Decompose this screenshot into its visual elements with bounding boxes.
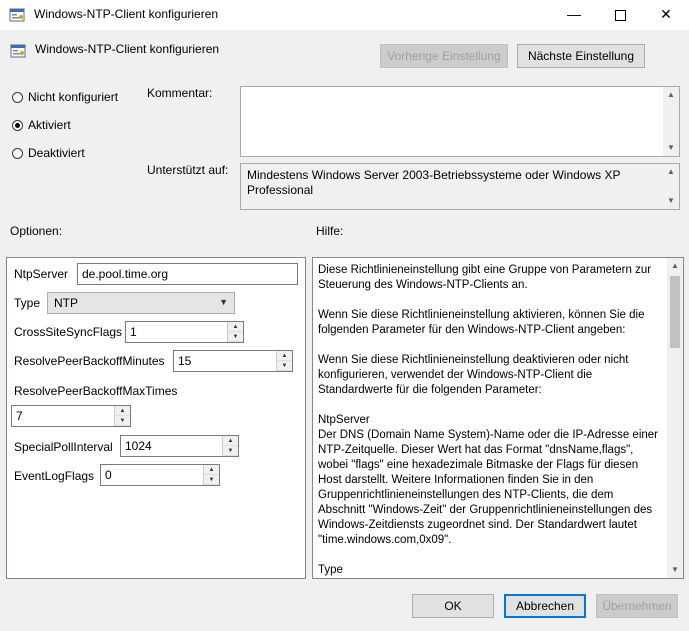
previous-setting-button[interactable]: Vorherige Einstellung: [380, 44, 508, 68]
chevron-down-icon: ▼: [219, 297, 228, 307]
minimize-button[interactable]: —: [551, 0, 597, 30]
scroll-up-icon[interactable]: ▲: [663, 164, 679, 180]
ntpserver-input[interactable]: de.pool.time.org: [77, 263, 298, 285]
help-panel[interactable]: Diese Richtlinieneinstellung gibt eine G…: [312, 257, 684, 579]
crosssite-spinner[interactable]: 1 ▲ ▼: [125, 321, 244, 343]
spin-down-icon[interactable]: ▼: [277, 361, 292, 371]
maximize-icon: [614, 9, 626, 21]
scroll-thumb[interactable]: [670, 276, 680, 348]
specialpoll-label: SpecialPollInterval: [14, 440, 113, 454]
spin-up-icon[interactable]: ▲: [204, 465, 219, 475]
policy-app-icon: [9, 8, 25, 22]
supported-scrollbar[interactable]: ▲ ▼: [663, 164, 679, 209]
crosssite-label: CrossSiteSyncFlags: [14, 325, 123, 339]
comment-textarea[interactable]: [240, 86, 680, 157]
help-heading-type: Type: [318, 564, 343, 576]
title-bar[interactable]: Windows-NTP-Client konfigurieren — ✕: [0, 0, 689, 30]
ok-button[interactable]: OK: [412, 594, 494, 618]
close-icon: ✕: [660, 6, 672, 22]
options-label: Optionen:: [10, 224, 63, 238]
resolvemax-spinner[interactable]: 7 ▲ ▼: [11, 405, 131, 427]
help-paragraph: Der DNS (Domain Name System)-Name oder d…: [318, 429, 658, 546]
policy-setting-icon: [10, 44, 26, 58]
radio-not-configured[interactable]: Nicht konfiguriert: [12, 88, 118, 106]
maximize-button[interactable]: [597, 0, 643, 30]
type-select-value: NTP: [54, 296, 78, 310]
scroll-up-icon[interactable]: ▲: [663, 87, 679, 103]
radio-not-configured-circle[interactable]: [12, 91, 23, 103]
help-paragraph: Wenn Sie diese Richtlinieneinstellung de…: [318, 354, 629, 396]
supported-on-box: Mindestens Windows Server 2003-Betriebss…: [240, 163, 680, 210]
radio-disabled[interactable]: Deaktiviert: [12, 144, 85, 162]
spin-down-icon[interactable]: ▼: [204, 475, 219, 485]
scroll-down-icon[interactable]: ▼: [667, 562, 683, 578]
help-paragraph: Diese Richtlinieneinstellung gibt eine G…: [318, 264, 652, 291]
window-title: Windows-NTP-Client konfigurieren: [34, 7, 219, 21]
help-text: Diese Richtlinieneinstellung gibt eine G…: [318, 263, 661, 578]
specialpoll-value: 1024: [125, 439, 152, 453]
supported-label: Unterstützt auf:: [147, 163, 229, 177]
resolvemax-value: 7: [16, 409, 23, 423]
help-paragraph: Wenn Sie diese Richtlinieneinstellung ak…: [318, 309, 645, 336]
radio-enabled-label: Aktiviert: [28, 118, 71, 132]
crosssite-value: 1: [130, 325, 137, 339]
radio-not-configured-label: Nicht konfiguriert: [28, 90, 119, 104]
resolvepeer-label: ResolvePeerBackoffMinutes: [14, 354, 165, 368]
type-label: Type: [14, 296, 41, 310]
radio-disabled-label: Deaktiviert: [28, 146, 85, 160]
type-select[interactable]: NTP ▼: [47, 292, 235, 314]
resolvepeer-value: 15: [178, 354, 192, 368]
comment-scrollbar[interactable]: ▲ ▼: [663, 87, 679, 156]
help-scrollbar[interactable]: ▲ ▼: [667, 258, 683, 578]
scroll-up-icon[interactable]: ▲: [667, 258, 683, 274]
eventlog-spinner[interactable]: 0 ▲ ▼: [100, 464, 220, 486]
options-panel: NtpServer de.pool.time.org Type NTP ▼ Cr…: [6, 257, 306, 579]
scroll-down-icon[interactable]: ▼: [663, 140, 679, 156]
minimize-icon: —: [567, 6, 581, 22]
eventlog-label: EventLogFlags: [14, 469, 95, 483]
help-label: Hilfe:: [316, 224, 344, 238]
resolvepeer-spinner[interactable]: 15 ▲ ▼: [173, 350, 293, 372]
spin-down-icon[interactable]: ▼: [228, 332, 243, 342]
next-setting-button[interactable]: Nächste Einstellung: [517, 44, 645, 68]
radio-enabled-circle[interactable]: [12, 119, 23, 131]
supported-on-text: Mindestens Windows Server 2003-Betriebss…: [247, 168, 621, 197]
spin-up-icon[interactable]: ▲: [277, 351, 292, 361]
spin-up-icon[interactable]: ▲: [223, 436, 238, 446]
resolvemax-label: ResolvePeerBackoffMaxTimes: [14, 384, 178, 398]
close-button[interactable]: ✕: [643, 0, 689, 30]
radio-disabled-circle[interactable]: [12, 147, 23, 159]
eventlog-value: 0: [105, 468, 112, 482]
spin-up-icon[interactable]: ▲: [115, 406, 130, 416]
scroll-down-icon[interactable]: ▼: [663, 193, 679, 209]
policy-title: Windows-NTP-Client konfigurieren: [35, 42, 220, 56]
ntpserver-label: NtpServer: [14, 267, 69, 281]
spin-down-icon[interactable]: ▼: [115, 416, 130, 426]
apply-button[interactable]: Übernehmen: [596, 594, 678, 618]
comment-label: Kommentar:: [147, 86, 213, 100]
radio-enabled[interactable]: Aktiviert: [12, 116, 71, 134]
spin-down-icon[interactable]: ▼: [223, 446, 238, 456]
cancel-button[interactable]: Abbrechen: [504, 594, 586, 618]
spin-up-icon[interactable]: ▲: [228, 322, 243, 332]
help-heading-ntpserver: NtpServer: [318, 414, 370, 426]
specialpoll-spinner[interactable]: 1024 ▲ ▼: [120, 435, 239, 457]
